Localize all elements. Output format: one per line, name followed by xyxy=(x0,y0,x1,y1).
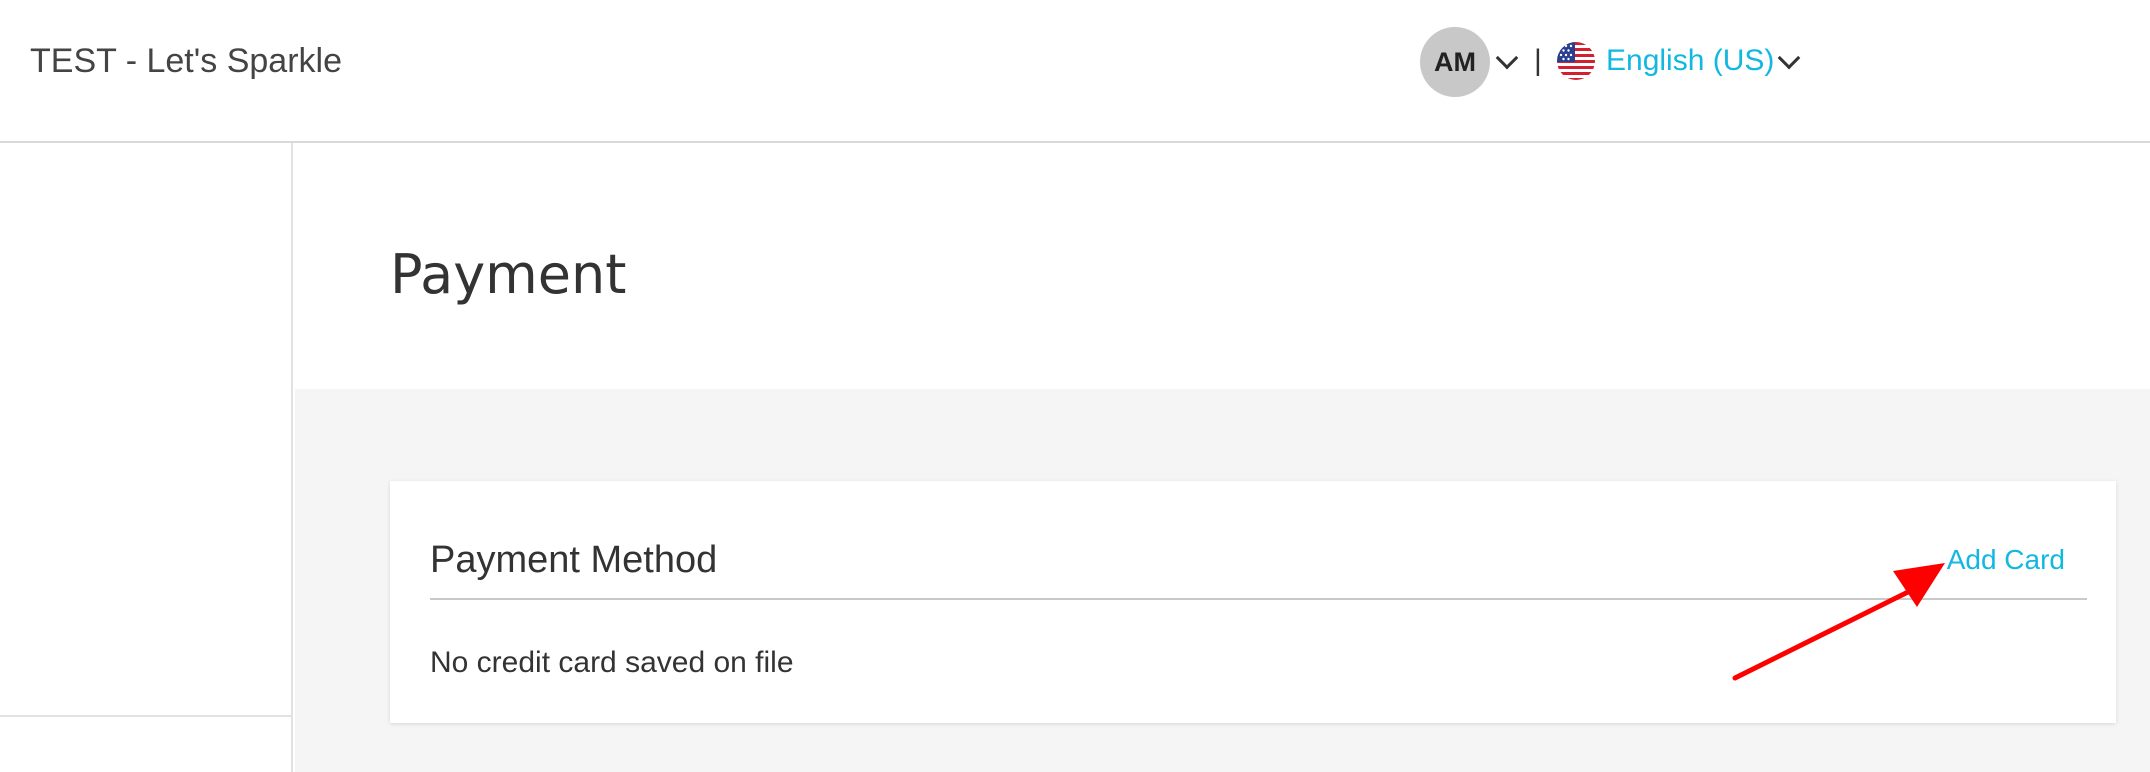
sidebar xyxy=(0,143,293,772)
empty-state-message: No credit card saved on file xyxy=(430,646,794,679)
us-flag-icon[interactable] xyxy=(1557,42,1595,80)
chevron-down-icon[interactable] xyxy=(1777,46,1801,70)
sidebar-divider xyxy=(0,715,293,717)
card-divider xyxy=(430,598,2087,600)
content-area: Payment Method Add Card No credit card s… xyxy=(295,389,2150,772)
app-title: TEST - Let's Sparkle xyxy=(30,42,342,80)
page: TEST - Let's Sparkle AM | English (US) P… xyxy=(0,0,2150,772)
card-title: Payment Method xyxy=(430,539,718,581)
top-header: TEST - Let's Sparkle AM | English (US) xyxy=(0,0,2150,143)
user-avatar[interactable]: AM xyxy=(1420,27,1490,97)
language-selector[interactable]: English (US) xyxy=(1606,44,1774,78)
header-separator: | xyxy=(1534,44,1542,77)
payment-method-card: Payment Method Add Card No credit card s… xyxy=(390,481,2116,723)
add-card-link[interactable]: Add Card xyxy=(1947,544,2065,576)
chevron-down-icon[interactable] xyxy=(1495,46,1519,70)
page-title: Payment xyxy=(390,243,627,306)
page-title-area: Payment xyxy=(295,143,2150,389)
